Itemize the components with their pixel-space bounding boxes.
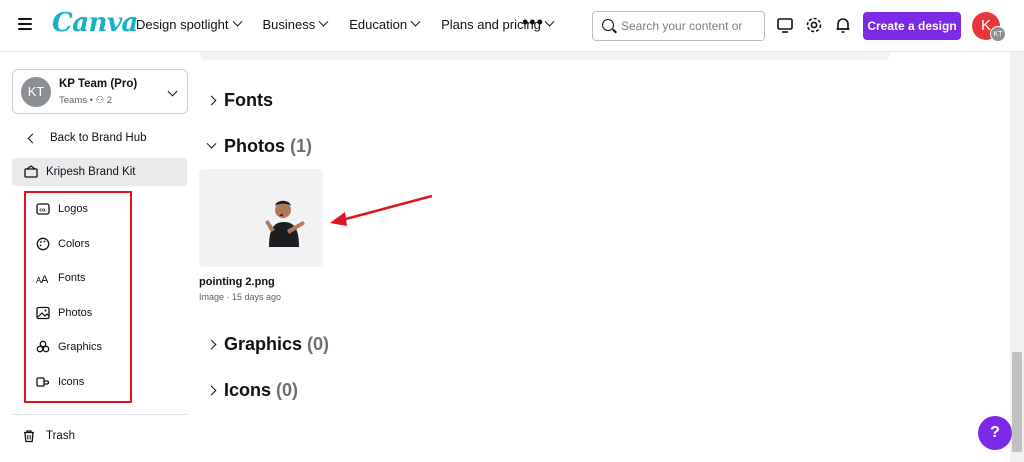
search-input[interactable]: Search your content or (592, 11, 765, 41)
chevron-down-icon (167, 86, 178, 97)
brand-kit-item[interactable]: Kripesh Brand Kit (12, 158, 187, 186)
scrollbar[interactable] (1010, 52, 1024, 462)
team-avatar: KT (21, 77, 51, 107)
sidebar-item-fonts[interactable]: AA Fonts (36, 268, 86, 288)
nav-label: Education (349, 17, 408, 32)
sidebar-item-graphics[interactable]: Graphics (36, 337, 102, 357)
chevron-right-icon (206, 95, 217, 106)
sidebar-item-icons[interactable]: Icons (36, 372, 84, 392)
team-switcher[interactable]: KT KP Team (Pro) Teams • ⚇ 2 (12, 69, 188, 114)
person-photo (265, 200, 305, 247)
sidebar-item-label: Graphics (58, 341, 103, 353)
chevron-down-icon (410, 16, 421, 27)
palette-icon (36, 237, 50, 251)
chevron-down-icon (232, 16, 242, 27)
help-button[interactable]: ? (978, 416, 1012, 450)
annotation-arrow (330, 194, 433, 226)
photo-name[interactable]: pointing 2.png (199, 276, 275, 288)
section-fonts[interactable]: Fonts (206, 90, 273, 111)
svg-text:co.: co. (39, 208, 47, 214)
shapes-icon (36, 377, 50, 387)
section-title: Fonts (224, 90, 273, 110)
main-nav: Design spotlight Business Education Plan… (136, 16, 575, 32)
chevron-right-icon (206, 385, 217, 396)
desktop-icon[interactable] (776, 16, 794, 34)
nav-label: Business (262, 17, 316, 32)
chevron-right-icon (206, 339, 217, 350)
main-content: Fonts Photos (1) pointing 2.png Image · … (198, 52, 1010, 462)
nav-label: Design spotlight (136, 17, 229, 32)
sidebar-item-logos[interactable]: co. Logos (36, 199, 88, 219)
gear-icon[interactable] (805, 16, 823, 34)
chevron-down-icon (544, 16, 555, 27)
team-sub: Teams • ⚇ 2 (59, 95, 113, 106)
section-title: Photos (224, 136, 285, 156)
nav-business[interactable]: Business (262, 16, 329, 32)
previous-section-edge (200, 52, 890, 60)
scrollbar-thumb[interactable] (1012, 352, 1022, 452)
bell-icon[interactable] (834, 16, 852, 34)
search-icon (602, 19, 614, 31)
section-count: (0) (307, 334, 330, 354)
image-icon (36, 306, 50, 320)
font-icon: AA (36, 274, 49, 285)
top-bar: Canva Design spotlight Business Educatio… (0, 0, 1024, 52)
sidebar-item-colors[interactable]: Colors (36, 234, 90, 254)
more-icon[interactable]: ••• (522, 13, 544, 31)
sidebar: KT KP Team (Pro) Teams • ⚇ 2 Back to Bra… (0, 52, 198, 462)
sidebar-item-label: Colors (58, 238, 90, 250)
section-count: (1) (290, 136, 312, 156)
chevron-left-icon (27, 133, 38, 143)
nav-education[interactable]: Education (349, 16, 421, 32)
section-title: Graphics (224, 334, 303, 354)
canva-logo[interactable]: Canva (52, 8, 138, 38)
photo-meta: Image · 15 days ago (199, 292, 282, 302)
section-title: Icons (224, 380, 272, 400)
section-icons[interactable]: Icons (0) (206, 380, 299, 401)
section-count: (0) (276, 380, 299, 400)
photo-tile[interactable] (199, 169, 323, 267)
create-design-button[interactable]: Create a design (863, 12, 961, 40)
team-name: KP Team (Pro) (59, 78, 138, 90)
brand-kit-label: Kripesh Brand Kit (46, 166, 136, 178)
section-graphics[interactable]: Graphics (0) (206, 334, 330, 355)
sidebar-item-photos[interactable]: Photos (36, 303, 92, 323)
chevron-down-icon (318, 16, 329, 27)
logo-icon: co. (36, 203, 50, 215)
sidebar-item-label: Icons (58, 376, 85, 388)
sidebar-item-label: Logos (58, 203, 88, 215)
svg-text:A: A (41, 274, 49, 285)
graphics-icon (36, 340, 50, 353)
annotation-box: co. Logos Colors AA Fonts Photos Graphic… (24, 191, 132, 403)
back-label: Back to Brand Hub (50, 132, 147, 144)
chevron-down-icon (206, 138, 217, 149)
team-badge: KT (990, 26, 1006, 42)
trash-label: Trash (46, 430, 75, 442)
sidebar-item-label: Fonts (58, 272, 86, 284)
menu-icon[interactable] (18, 18, 32, 30)
trash-icon (24, 430, 34, 443)
divider (12, 414, 188, 415)
section-photos[interactable]: Photos (1) (206, 136, 312, 157)
brand-kit-icon (24, 165, 38, 178)
back-to-brand-hub[interactable]: Back to Brand Hub (26, 132, 147, 144)
trash-item[interactable]: Trash (22, 429, 75, 443)
search-placeholder: Search your content or (621, 19, 743, 33)
nav-design-spotlight[interactable]: Design spotlight (136, 16, 242, 32)
sidebar-item-label: Photos (58, 307, 93, 319)
